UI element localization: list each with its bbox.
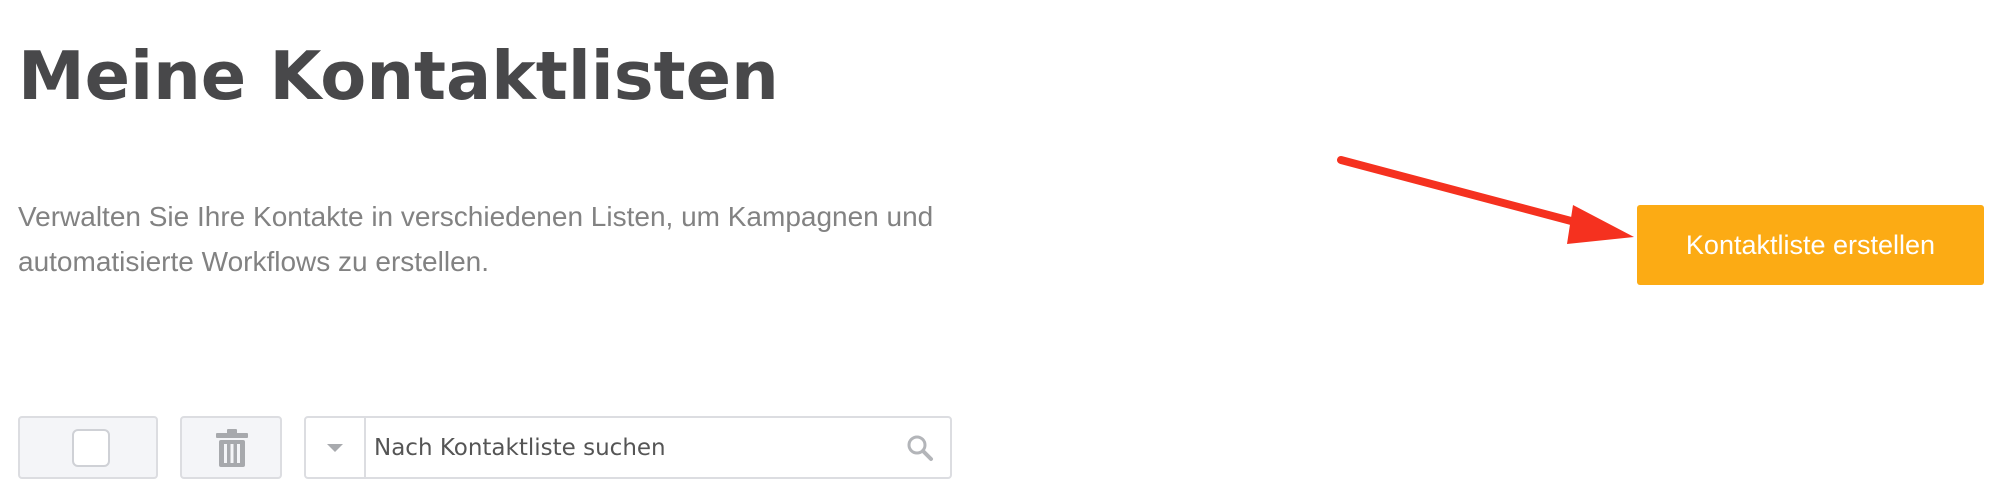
select-all-control xyxy=(18,416,158,479)
delete-button[interactable] xyxy=(180,416,282,479)
trash-icon xyxy=(216,429,248,467)
create-contact-list-button[interactable]: Kontaktliste erstellen xyxy=(1637,205,1984,285)
annotation-arrow-icon xyxy=(1337,156,1634,244)
select-all-checkbox[interactable] xyxy=(72,429,110,467)
search-icon[interactable] xyxy=(890,418,950,477)
filter-dropdown[interactable] xyxy=(306,418,366,477)
caret-down-icon xyxy=(327,443,343,452)
magnifier-icon xyxy=(907,435,933,461)
page-title: Meine Kontaktlisten xyxy=(18,37,779,115)
page-description: Verwalten Sie Ihre Kontakte in verschied… xyxy=(18,201,934,277)
search-group xyxy=(304,416,952,479)
search-input[interactable] xyxy=(366,418,890,477)
